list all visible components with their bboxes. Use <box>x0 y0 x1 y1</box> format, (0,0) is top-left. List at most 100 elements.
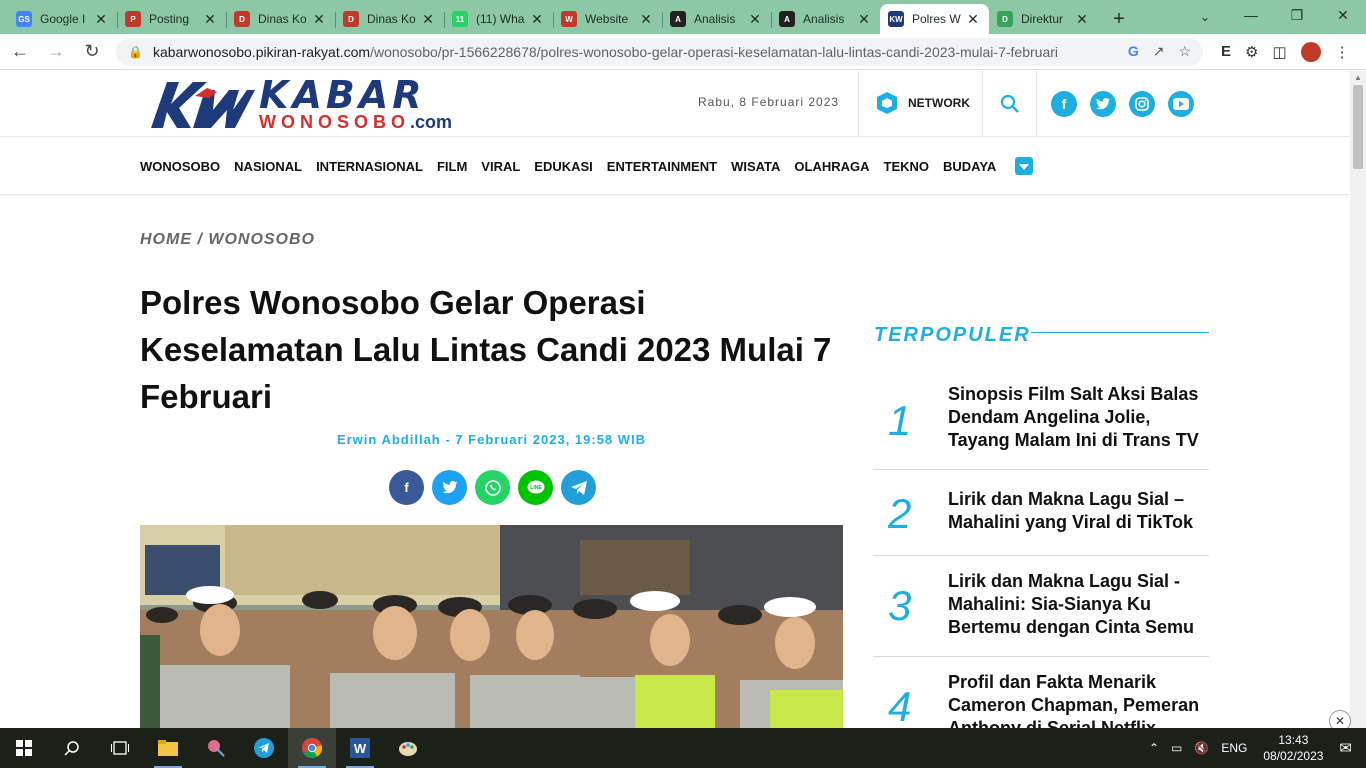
tab-favicon-icon: D <box>234 11 250 27</box>
popular-item-title[interactable]: Sinopsis Film Salt Aksi Balas Dendam Ang… <box>948 383 1206 452</box>
menu-kebab-icon[interactable]: ⋮ <box>1335 43 1350 61</box>
logo-kabar-text: KABAR <box>259 73 426 117</box>
browser-tab[interactable]: W Website ✕ <box>553 4 662 34</box>
restore-icon[interactable]: ❐ <box>1274 0 1320 30</box>
nav-item-film[interactable]: FILM <box>437 159 467 174</box>
youtube-icon[interactable] <box>1168 91 1194 117</box>
search-icon[interactable] <box>48 728 96 768</box>
telegram-icon[interactable] <box>240 728 288 768</box>
profile-avatar-icon[interactable] <box>1300 41 1321 62</box>
browser-tab[interactable]: D Direktur ✕ <box>989 4 1098 34</box>
nav-item-wisata[interactable]: WISATA <box>731 159 780 174</box>
popular-item[interactable]: 4 Profil dan Fakta Menarik Cameron Chapm… <box>873 657 1209 728</box>
tab-close-icon[interactable]: ✕ <box>965 11 981 28</box>
tab-close-icon[interactable]: ✕ <box>856 11 872 28</box>
browser-tab[interactable]: P Posting ✕ <box>117 4 226 34</box>
facebook-icon[interactable]: f <box>1051 91 1077 117</box>
popular-section-title: TERPOPULER <box>874 324 1031 346</box>
instagram-icon[interactable] <box>1129 91 1155 117</box>
twitter-icon[interactable] <box>1090 91 1116 117</box>
browser-tab[interactable]: GS Google I ✕ <box>8 4 117 34</box>
nav-item-nasional[interactable]: NASIONAL <box>234 159 302 174</box>
nav-item-internasional[interactable]: INTERNASIONAL <box>316 159 423 174</box>
chrome-icon[interactable] <box>288 728 336 768</box>
header-date: Rabu, 8 Februari 2023 <box>698 95 840 109</box>
file-explorer-icon[interactable] <box>144 728 192 768</box>
nav-item-wonosobo[interactable]: WONOSOBO <box>140 159 220 174</box>
nav-item-edukasi[interactable]: EDUKASI <box>534 159 593 174</box>
volume-muted-icon[interactable]: 🔇 <box>1194 741 1209 755</box>
nav-item-entertainment[interactable]: ENTERTAINMENT <box>607 159 717 174</box>
scroll-up-arrow-icon[interactable]: ▲ <box>1354 73 1362 82</box>
puzzle-extensions-icon[interactable]: ⚙ <box>1245 43 1258 61</box>
notifications-icon[interactable]: ✉ <box>1339 739 1352 757</box>
popular-item[interactable]: 2 Lirik dan Makna Lagu Sial – Mahalini y… <box>873 470 1209 556</box>
forward-arrow-icon[interactable]: → <box>40 36 72 68</box>
lock-icon[interactable]: 🔒 <box>128 45 143 59</box>
share-facebook-icon[interactable]: f <box>389 470 424 505</box>
back-arrow-icon[interactable]: ← <box>4 36 36 68</box>
nav-item-tekno[interactable]: TEKNO <box>884 159 930 174</box>
extension-e-icon[interactable]: E <box>1221 43 1231 60</box>
reload-icon[interactable]: ↻ <box>76 36 108 68</box>
nav-more-dropdown-icon[interactable] <box>1015 157 1033 175</box>
header-divider <box>858 71 859 137</box>
system-clock[interactable]: 13:43 08/02/2023 <box>1263 732 1323 764</box>
language-indicator[interactable]: ENG <box>1221 741 1247 755</box>
tab-favicon-icon: W <box>561 11 577 27</box>
nav-item-viral[interactable]: VIRAL <box>481 159 520 174</box>
page-scrollbar[interactable]: ▲ <box>1350 71 1366 728</box>
scroll-thumb[interactable] <box>1353 85 1363 169</box>
popular-item-title[interactable]: Lirik dan Makna Lagu Sial - Mahalini: Si… <box>948 570 1206 639</box>
search-icon[interactable] <box>999 93 1021 115</box>
author-link[interactable]: Erwin Abdillah <box>337 432 441 447</box>
windows-start-icon[interactable] <box>0 728 48 768</box>
popular-item-title[interactable]: Lirik dan Makna Lagu Sial – Mahalini yan… <box>948 488 1206 534</box>
snipping-tool-icon[interactable] <box>192 728 240 768</box>
tab-favicon-icon: GS <box>16 11 32 27</box>
network-button[interactable]: NETWORK <box>876 91 970 115</box>
tab-close-icon[interactable]: ✕ <box>638 11 654 28</box>
share-icon[interactable]: ↗ <box>1153 43 1165 60</box>
tab-close-icon[interactable]: ✕ <box>529 11 545 28</box>
share-telegram-icon[interactable] <box>561 470 596 505</box>
tab-search-chevron-icon[interactable]: ⌄ <box>1190 4 1220 30</box>
browser-tab[interactable]: KW Polres W ✕ <box>880 4 989 34</box>
share-whatsapp-icon[interactable] <box>475 470 510 505</box>
bookmark-star-icon[interactable]: ☆ <box>1178 43 1191 60</box>
browser-tab[interactable]: D Dinas Ko ✕ <box>226 4 335 34</box>
network-status-icon[interactable]: ▭ <box>1171 741 1182 755</box>
popular-item-title[interactable]: Profil dan Fakta Menarik Cameron Chapman… <box>948 671 1206 728</box>
tab-close-icon[interactable]: ✕ <box>93 11 109 28</box>
google-icon[interactable]: G <box>1128 43 1139 60</box>
task-view-icon[interactable] <box>96 728 144 768</box>
popular-rank: 2 <box>888 490 912 537</box>
tab-close-icon[interactable]: ✕ <box>747 11 763 28</box>
nav-item-budaya[interactable]: BUDAYA <box>943 159 996 174</box>
share-twitter-icon[interactable] <box>432 470 467 505</box>
tab-close-icon[interactable]: ✕ <box>420 11 436 28</box>
tab-close-icon[interactable]: ✕ <box>1074 11 1090 28</box>
address-bar[interactable]: 🔒 kabarwonosobo.pikiran-rakyat.com/wonos… <box>116 37 1203 66</box>
popular-item[interactable]: 1 Sinopsis Film Salt Aksi Balas Dendam A… <box>873 375 1209 470</box>
browser-tab[interactable]: A Analisis ✕ <box>662 4 771 34</box>
popular-item[interactable]: 3 Lirik dan Makna Lagu Sial - Mahalini: … <box>873 556 1209 657</box>
tab-favicon-icon: D <box>343 11 359 27</box>
police-ceremony-photo <box>140 525 843 728</box>
tab-close-icon[interactable]: ✕ <box>202 11 218 28</box>
paint-icon[interactable] <box>384 728 432 768</box>
share-line-icon[interactable]: LINE <box>518 470 553 505</box>
browser-tab[interactable]: A Analisis ✕ <box>771 4 880 34</box>
minimize-icon[interactable]: — <box>1228 0 1274 30</box>
tab-close-icon[interactable]: ✕ <box>311 11 327 28</box>
site-logo[interactable]: KABAR WONOSOBO.com <box>143 76 452 132</box>
new-tab-button[interactable]: + <box>1104 4 1134 34</box>
nav-item-olahraga[interactable]: OLAHRAGA <box>794 159 869 174</box>
browser-tab[interactable]: D Dinas Ko ✕ <box>335 4 444 34</box>
browser-tab[interactable]: 11 (11) Wha ✕ <box>444 4 553 34</box>
sidebar-panel-icon[interactable]: ◫ <box>1272 43 1286 61</box>
tray-chevron-icon[interactable]: ⌃ <box>1149 741 1159 755</box>
word-icon[interactable]: W <box>336 728 384 768</box>
close-window-icon[interactable]: ✕ <box>1320 0 1366 30</box>
breadcrumb[interactable]: HOME / WONOSOBO <box>140 231 315 249</box>
